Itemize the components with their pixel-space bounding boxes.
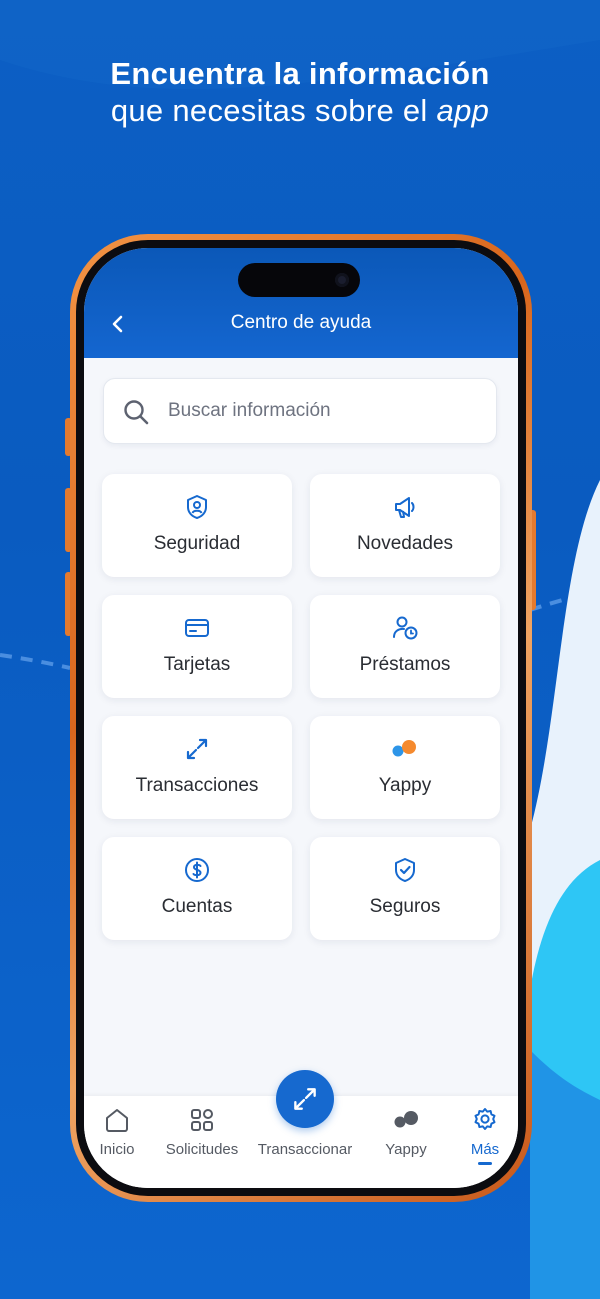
page-title: Centro de ayuda (230, 312, 372, 333)
search-bar[interactable] (103, 378, 497, 444)
headline-rest: que necesitas sobre el (110, 93, 437, 128)
tab-inicio[interactable]: Inicio (84, 1096, 150, 1188)
transfer-arrows-icon (186, 738, 208, 760)
category-label: Transacciones (135, 775, 259, 796)
tab-label: Inicio (99, 1141, 135, 1158)
headline-italic: app (436, 93, 490, 128)
search-icon (124, 400, 149, 425)
category-cuentas[interactable]: Cuentas (102, 837, 292, 940)
category-prestamos[interactable]: Préstamos (310, 595, 500, 698)
gear-icon (474, 1108, 496, 1130)
category-label: Novedades (356, 533, 454, 554)
transfer-arrows-icon (294, 1088, 316, 1110)
shield-user-icon (187, 495, 207, 519)
app-screen: Centro de ayuda Seguridad (84, 248, 518, 1188)
transaccionar-fab-button[interactable] (276, 1070, 334, 1128)
headline-line2: que necesitas sobre el app (0, 92, 600, 130)
camera (335, 273, 349, 287)
headline-bold: Encuentra la información (110, 56, 490, 91)
bottom-tab-bar: Inicio Solicitudes Transaccionar Yappy M… (84, 1070, 518, 1188)
search-input[interactable] (168, 379, 478, 443)
grid-icon (191, 1109, 213, 1131)
home-icon (106, 1109, 128, 1132)
yappy-logo-icon (392, 740, 416, 757)
tab-label: Transaccionar (257, 1141, 353, 1158)
active-tab-indicator (478, 1162, 492, 1165)
tab-yappy[interactable]: Yappy (366, 1096, 446, 1188)
category-label: Tarjetas (163, 654, 231, 675)
yappy-logo-icon (394, 1111, 418, 1128)
phone-bezel: Centro de ayuda Seguridad (76, 240, 526, 1196)
category-label: Seguros (369, 896, 441, 917)
tab-label: Solicitudes (165, 1141, 239, 1158)
category-label: Cuentas (161, 896, 233, 917)
phone-frame: Centro de ayuda Seguridad (70, 234, 532, 1202)
tab-mas[interactable]: Más (454, 1096, 516, 1188)
category-novedades[interactable]: Novedades (310, 474, 500, 577)
dynamic-island (238, 263, 360, 297)
category-label: Seguridad (153, 533, 241, 554)
category-tarjetas[interactable]: Tarjetas (102, 595, 292, 698)
user-clock-icon (393, 616, 418, 640)
category-label: Préstamos (359, 654, 451, 675)
shield-check-icon (395, 858, 415, 882)
tab-solicitudes[interactable]: Solicitudes (158, 1096, 246, 1188)
category-label: Yappy (378, 775, 432, 796)
category-yappy[interactable]: Yappy (310, 716, 500, 819)
dollar-circle-icon (185, 858, 209, 882)
credit-card-icon (185, 619, 209, 637)
megaphone-icon (395, 497, 415, 518)
category-seguridad[interactable]: Seguridad (102, 474, 292, 577)
category-seguros[interactable]: Seguros (310, 837, 500, 940)
tab-label: Más (470, 1141, 500, 1158)
tab-label: Yappy (385, 1141, 427, 1158)
promo-headline: Encuentra la información que necesitas s… (0, 56, 600, 130)
category-transacciones[interactable]: Transacciones (102, 716, 292, 819)
